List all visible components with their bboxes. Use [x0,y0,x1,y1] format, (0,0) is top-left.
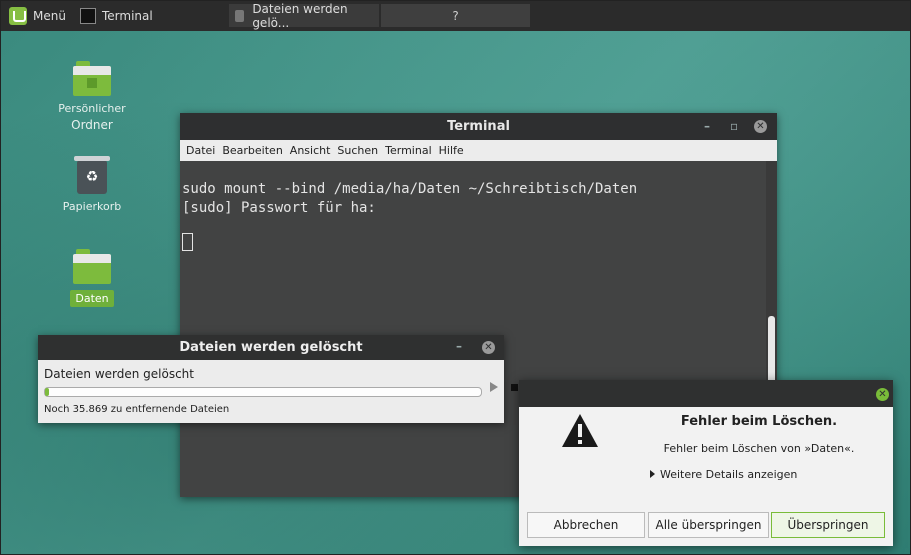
home-label-line2: Ordner [71,118,113,132]
delete-status-text: Dateien werden gelöscht [44,367,194,381]
task-delete-files[interactable]: Dateien werden gelö... [229,1,379,30]
error-dialog[interactable]: ✕ Fehler beim Löschen. Fehler beim Lösch… [519,380,893,546]
taskbar: Menü Terminal Dateien werden gelö... ? [0,0,911,31]
trash-label: Papierkorb [62,200,122,213]
error-heading: Fehler beim Löschen. [680,414,838,429]
error-message: Fehler beim Löschen von »Daten«. [663,442,855,455]
menu-button[interactable]: Menü [9,4,66,27]
desktop-icon-home[interactable]: Persönlicher Ordner [52,61,132,132]
desktop-icon-trash[interactable]: ♻ Papierkorb [52,156,132,213]
error-details-toggle[interactable]: Weitere Details anzeigen [650,468,797,481]
warning-icon [562,414,598,447]
task-delete-label: Dateien werden gelö... [252,1,348,30]
terminal-icon [80,7,96,24]
menu-hilfe[interactable]: Hilfe [439,144,464,157]
delete-dialog-title: Dateien werden gelöscht [179,340,363,355]
skip-button[interactable]: Überspringen [771,512,885,538]
mint-logo-icon [9,6,27,25]
terminal-launcher[interactable]: Terminal [80,4,153,27]
delete-remaining-text: Noch 35.869 zu entfernende Dateien [44,404,230,415]
delete-progress-fill [45,388,49,396]
minimize-icon[interactable]: – [456,339,462,353]
delete-dialog-titlebar[interactable]: Dateien werden gelöscht – ✕ [38,335,504,360]
minimize-icon[interactable]: – [704,119,710,133]
menu-bearbeiten[interactable]: Bearbeiten [222,144,282,157]
delete-task-icon [235,9,245,22]
terminal-launcher-label: Terminal [102,8,153,23]
stop-icon[interactable] [511,384,518,391]
delete-dialog-close-icon[interactable]: ✕ [482,341,495,354]
trash-icon: ♻ [74,156,110,194]
terminal-scroll-thumb[interactable] [768,316,775,386]
terminal-line-prompt: [sudo] Passwort für ha: [182,200,376,216]
delete-progress-dialog[interactable]: Dateien werden gelöscht – ✕ Dateien werd… [38,335,518,423]
menu-label: Menü [33,8,66,23]
home-folder-icon [73,61,111,96]
expander-arrow-icon [650,470,655,478]
menu-ansicht[interactable]: Ansicht [290,144,331,157]
terminal-title: Terminal [447,119,510,134]
error-details-label: Weitere Details anzeigen [660,468,798,481]
task-error-dialog[interactable]: ? [381,4,530,27]
terminal-menubar: Datei Bearbeiten Ansicht Suchen Terminal… [180,140,777,161]
terminal-line-command: sudo mount --bind /media/ha/Daten ~/Schr… [182,181,638,197]
terminal-titlebar[interactable]: Terminal – ▫ ✕ [180,113,777,140]
skip-all-button[interactable]: Alle überspringen [648,512,769,538]
menu-suchen[interactable]: Suchen [337,144,378,157]
menu-datei[interactable]: Datei [186,144,215,157]
daten-label: Daten [70,290,114,307]
task-error-label: ? [452,8,459,23]
error-dialog-titlebar[interactable]: ✕ [519,380,893,407]
maximize-icon[interactable]: ▫ [730,119,738,133]
menu-terminal[interactable]: Terminal [385,144,432,157]
delete-progress-bar [44,387,482,397]
terminal-cursor [182,233,193,251]
cancel-button[interactable]: Abbrechen [527,512,645,538]
folder-icon [73,249,111,284]
home-label-line1: Persönlicher [58,102,126,115]
desktop-icon-daten[interactable]: Daten [52,249,132,307]
resume-icon[interactable] [490,382,498,392]
terminal-close-icon[interactable]: ✕ [754,120,767,133]
error-dialog-close-icon[interactable]: ✕ [876,388,889,401]
